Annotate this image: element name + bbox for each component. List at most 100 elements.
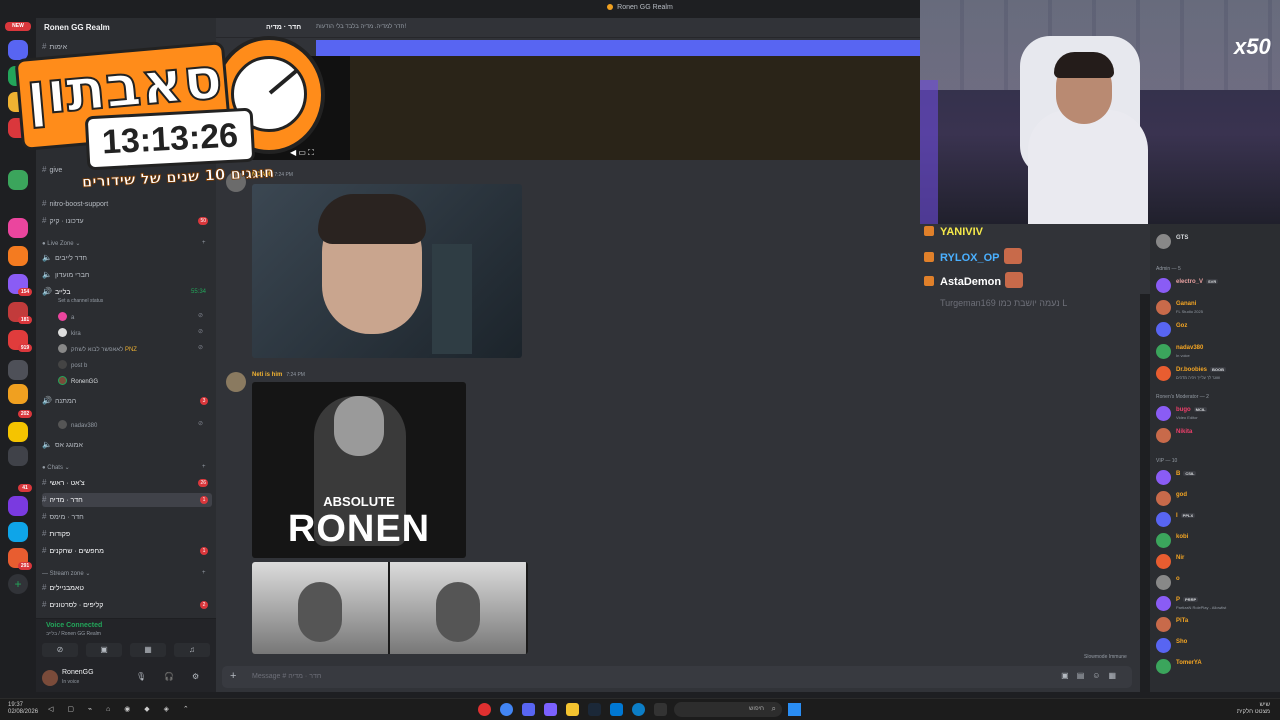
voice-channel-club[interactable]: 🔈 חברי מועדון bbox=[42, 268, 212, 282]
channel-updates-kick[interactable]: # עדכונו · קיק 50 bbox=[42, 214, 212, 228]
message-input[interactable]: Message # חדר · מדיה bbox=[252, 673, 321, 680]
server-icon-6[interactable] bbox=[8, 218, 28, 238]
taskbar-clock-right[interactable]: שיש מצטט חלקית bbox=[1220, 702, 1270, 716]
member[interactable]: Goz bbox=[1156, 320, 1278, 338]
avatar[interactable] bbox=[226, 372, 246, 392]
gear-icon[interactable]: ⚙ bbox=[192, 672, 199, 681]
member[interactable]: o bbox=[1156, 573, 1278, 591]
speaker-icon: 🔈 bbox=[42, 440, 52, 449]
composer-tools[interactable]: ▣▤☺▦ bbox=[1061, 671, 1124, 680]
member[interactable]: bugo MCIL Video Editor bbox=[1156, 404, 1278, 422]
avatar bbox=[1156, 554, 1171, 569]
hash-icon: # bbox=[42, 529, 47, 538]
add-channel-icon[interactable]: + bbox=[202, 240, 206, 246]
voice-user[interactable]: RonenGG bbox=[58, 376, 98, 385]
member[interactable]: TomerYA bbox=[1156, 657, 1278, 675]
member[interactable]: god bbox=[1156, 489, 1278, 507]
steam-icon[interactable] bbox=[588, 703, 601, 716]
avatar bbox=[1156, 366, 1171, 381]
voice-channel-lives[interactable]: 🔈 חדר לייבים bbox=[42, 251, 212, 265]
activities-button[interactable]: ▦ bbox=[130, 643, 166, 657]
system-tray[interactable]: ◁ ▢ ⌁ ⌂ ◉ ◆ ◈ ⌃ bbox=[48, 705, 195, 713]
voice-user[interactable]: a ⊘ bbox=[58, 312, 203, 321]
taskbar-clock-left[interactable]: 19:37 02/08/2026 bbox=[8, 702, 38, 716]
category-chats[interactable]: ● Chats ⌄ + bbox=[42, 464, 206, 471]
voice-user[interactable]: kira ⊘ bbox=[58, 328, 203, 337]
message-composer[interactable]: + Message # חדר · מדיה ▣▤☺▦ bbox=[222, 666, 1132, 688]
windows-start-icon[interactable] bbox=[788, 703, 801, 716]
server-icon-11[interactable] bbox=[8, 360, 28, 380]
server-icon-16[interactable] bbox=[8, 522, 28, 542]
channel-lfg[interactable]: # מחפשים · שחקנים 1 bbox=[42, 544, 212, 558]
member[interactable]: Nir bbox=[1156, 552, 1278, 570]
member[interactable]: GTS bbox=[1156, 232, 1278, 250]
channel-clips[interactable]: # קליפים · לסרטונים 2 bbox=[42, 598, 212, 612]
discord-icon[interactable] bbox=[522, 703, 535, 716]
voice-user[interactable]: nadav380 ⊘ bbox=[58, 420, 203, 429]
camera-off-button[interactable]: ⊘ bbox=[42, 643, 78, 657]
microphone-icon[interactable]: 🎙 bbox=[136, 672, 146, 681]
voice-channel-among-us[interactable]: 🔈 אמוגג אס bbox=[42, 438, 212, 452]
headphones-icon[interactable]: 🎧 bbox=[164, 672, 174, 681]
voice-channel-live[interactable]: 🔊 בלייב 55:34 bbox=[42, 285, 212, 299]
member-name: god bbox=[1176, 492, 1187, 498]
member[interactable]: P PRRP PartizaN RolePlay - Allowlist bbox=[1156, 594, 1278, 612]
member[interactable]: Sho bbox=[1156, 636, 1278, 654]
server-icon-13[interactable] bbox=[8, 422, 28, 442]
voice-channel-path[interactable]: בלייב / Ronen GG Realm bbox=[46, 631, 101, 637]
image-content bbox=[334, 396, 384, 456]
avatar bbox=[1156, 512, 1171, 527]
attachment-image[interactable]: ABSOLUTE RONEN bbox=[252, 382, 466, 558]
channel-media[interactable]: # חדר · מדיה 1 bbox=[42, 493, 212, 507]
chrome-icon[interactable] bbox=[500, 703, 513, 716]
server-badge: 41 bbox=[18, 484, 32, 492]
channel-commands[interactable]: # פקודות bbox=[42, 527, 212, 541]
voice-channel-waiting[interactable]: 🔊 המתנה 3 bbox=[42, 394, 212, 408]
server-icon-12[interactable] bbox=[8, 384, 28, 404]
category-stream-zone[interactable]: — Stream zone ⌄ + bbox=[42, 570, 206, 577]
add-channel-icon[interactable]: + bbox=[202, 570, 206, 576]
voice-status-panel: Voice Connected בלייב / Ronen GG Realm ⊘… bbox=[36, 618, 216, 664]
member[interactable]: electro_V SVR bbox=[1156, 276, 1278, 294]
attachment-image[interactable] bbox=[252, 184, 522, 358]
soundboard-button[interactable]: ♫ bbox=[174, 643, 210, 657]
speaker-icon: 🔈 bbox=[42, 270, 52, 279]
member[interactable]: B CSIL bbox=[1156, 468, 1278, 486]
app-icon[interactable] bbox=[610, 703, 623, 716]
badge-icon bbox=[924, 252, 934, 262]
member[interactable]: PiTa bbox=[1156, 615, 1278, 633]
member[interactable]: Nikita bbox=[1156, 426, 1278, 444]
member[interactable]: nadav380 In voice bbox=[1156, 342, 1278, 360]
add-server-icon[interactable]: + bbox=[8, 574, 28, 594]
attachment-image[interactable] bbox=[252, 562, 528, 654]
category-live-zone[interactable]: ● Live Zone ⌄ + bbox=[42, 240, 206, 247]
app-icon[interactable] bbox=[654, 703, 667, 716]
attach-plus-icon[interactable]: + bbox=[230, 670, 236, 682]
avatar[interactable] bbox=[42, 670, 58, 686]
screen-share-button[interactable]: ▣ bbox=[86, 643, 122, 657]
member[interactable]: kobi bbox=[1156, 531, 1278, 549]
folder-icon[interactable] bbox=[566, 703, 579, 716]
add-channel-icon[interactable]: + bbox=[202, 464, 206, 470]
avatar bbox=[1156, 300, 1171, 315]
app-icon[interactable] bbox=[544, 703, 557, 716]
channel-memes[interactable]: # חדר · מימס bbox=[42, 510, 212, 524]
channel-status[interactable]: Set a channel status bbox=[58, 298, 103, 304]
hash-icon: # bbox=[42, 512, 47, 521]
channel-main-chat[interactable]: # צ'אט · ראשי 26 bbox=[42, 476, 212, 490]
server-icon-14[interactable] bbox=[8, 446, 28, 466]
multiplier-label: x50 bbox=[1234, 34, 1271, 59]
taskbar-search[interactable]: חיפוש ⌕ bbox=[674, 702, 782, 717]
new-messages-banner[interactable] bbox=[316, 40, 920, 56]
member[interactable]: Ganani FL Studio 2025 bbox=[1156, 298, 1278, 316]
server-icon-7[interactable] bbox=[8, 246, 28, 266]
server-icon-15[interactable] bbox=[8, 496, 28, 516]
app-icon[interactable] bbox=[478, 703, 491, 716]
channel-thumbnails[interactable]: # טאמבניילים bbox=[42, 581, 212, 595]
message-author[interactable]: Neti is him 7:24 PM bbox=[252, 372, 305, 378]
member[interactable]: I PPLX bbox=[1156, 510, 1278, 528]
member[interactable]: Dr.boobies BOOB שוגר לך עלייך ויהיה מדהים bbox=[1156, 364, 1278, 382]
edge-icon[interactable] bbox=[632, 703, 645, 716]
voice-user[interactable]: post b bbox=[58, 360, 87, 369]
voice-user[interactable]: לאאפשר לבוא לשחק PNZ ⊘ bbox=[58, 344, 203, 353]
